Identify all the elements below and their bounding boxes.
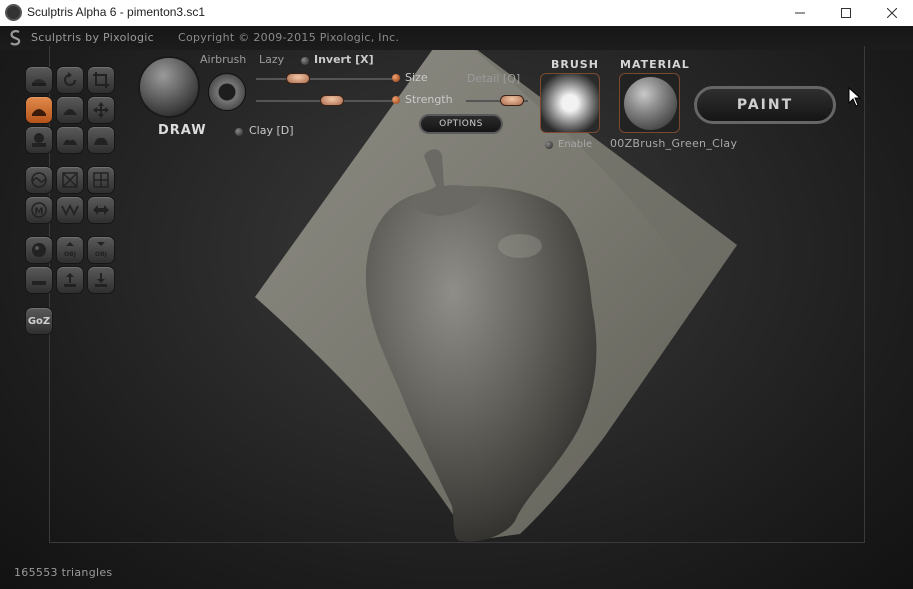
draw-brush-preview[interactable] bbox=[138, 56, 200, 118]
pinch-icon bbox=[32, 133, 46, 147]
crop-tool-button[interactable] bbox=[87, 66, 115, 94]
strength-slider-knob[interactable] bbox=[320, 95, 344, 106]
lazy-label[interactable]: Lazy bbox=[259, 53, 284, 66]
mask-tool-button[interactable]: M bbox=[25, 196, 53, 224]
new-sphere-button[interactable] bbox=[25, 236, 53, 264]
symmetry-button[interactable] bbox=[56, 196, 84, 224]
import-obj-button[interactable]: OBJ bbox=[56, 236, 84, 264]
draw-tool-button[interactable] bbox=[25, 96, 53, 124]
flatten-tool-button[interactable] bbox=[25, 66, 53, 94]
export-obj-icon: OBJ bbox=[95, 242, 107, 258]
goz-button[interactable]: GoZ bbox=[25, 307, 53, 335]
mouse-cursor-icon bbox=[848, 87, 862, 107]
material-sphere-icon bbox=[624, 77, 677, 130]
open-icon bbox=[64, 273, 76, 287]
save-icon bbox=[95, 273, 107, 287]
brush-title: BRUSH bbox=[551, 58, 599, 71]
detail-slider-knob[interactable] bbox=[500, 95, 524, 106]
minimize-button[interactable] bbox=[777, 0, 823, 26]
invert-label[interactable]: Invert [X] bbox=[314, 53, 374, 66]
options-button[interactable]: OPTIONS bbox=[419, 114, 503, 134]
size-indicator bbox=[392, 74, 400, 82]
crease-icon bbox=[63, 139, 77, 145]
grab-icon bbox=[93, 102, 109, 118]
brush-enable-toggle[interactable] bbox=[545, 141, 553, 149]
new-plane-button[interactable] bbox=[25, 266, 53, 294]
active-tool-label: DRAW bbox=[158, 123, 207, 138]
clay-label[interactable]: Clay [D] bbox=[249, 124, 294, 137]
strength-indicator bbox=[392, 96, 400, 104]
open-button[interactable] bbox=[56, 266, 84, 294]
export-obj-button[interactable]: OBJ bbox=[87, 236, 115, 264]
brush-enable-label[interactable]: Enable bbox=[558, 139, 592, 150]
material-swatch[interactable] bbox=[619, 73, 680, 133]
detail-label: Detail [Q] bbox=[467, 72, 521, 85]
draw-icon bbox=[32, 109, 46, 116]
svg-text:OBJ: OBJ bbox=[95, 251, 107, 258]
strength-label: Strength bbox=[405, 93, 453, 106]
triangle-count: 165553 triangles bbox=[14, 566, 113, 579]
material-name: 00ZBrush_Green_Clay bbox=[610, 137, 738, 150]
minimize-icon bbox=[795, 12, 805, 14]
size-slider-knob[interactable] bbox=[286, 73, 310, 84]
maximize-icon bbox=[841, 8, 851, 18]
size-slider-track[interactable] bbox=[256, 78, 392, 80]
crop-icon bbox=[93, 72, 109, 88]
save-button[interactable] bbox=[87, 266, 115, 294]
mirror-button[interactable] bbox=[87, 196, 115, 224]
brush-alpha-swatch[interactable] bbox=[540, 73, 600, 133]
sculptris-workspace: Sculptris by Pixologic Copyright © 2009-… bbox=[0, 26, 913, 589]
reduce-selection-button[interactable] bbox=[56, 166, 84, 194]
svg-text:OBJ: OBJ bbox=[64, 251, 76, 258]
size-label: Size bbox=[405, 71, 428, 84]
crease-tool-button[interactable] bbox=[56, 126, 84, 154]
reduce-selection-icon bbox=[62, 172, 78, 188]
smooth-icon bbox=[94, 137, 108, 145]
svg-text:M: M bbox=[35, 207, 44, 217]
sculptris-app-icon bbox=[5, 4, 22, 21]
window-titlebar: Sculptris Alpha 6 - pimenton3.sc1 bbox=[0, 0, 913, 26]
subdivide-icon bbox=[93, 172, 109, 188]
close-button[interactable] bbox=[869, 0, 913, 26]
smooth-tool-button[interactable] bbox=[87, 126, 115, 154]
inflate-icon bbox=[63, 109, 77, 115]
clay-toggle[interactable] bbox=[235, 128, 243, 136]
grab-tool-button[interactable] bbox=[87, 96, 115, 124]
subdivide-button[interactable] bbox=[87, 166, 115, 194]
app-name: Sculptris by Pixologic bbox=[31, 31, 154, 44]
reduce-brush-button[interactable] bbox=[25, 166, 53, 194]
sculptris-logo-icon bbox=[10, 30, 21, 46]
new-plane-icon bbox=[32, 281, 46, 285]
mirror-icon bbox=[93, 205, 109, 215]
rotate-tool-button[interactable] bbox=[56, 66, 84, 94]
new-sphere-icon bbox=[32, 243, 46, 257]
mask-icon: M bbox=[31, 202, 47, 218]
material-title: MATERIAL bbox=[620, 58, 690, 71]
rotate-icon bbox=[64, 72, 76, 86]
invert-toggle[interactable] bbox=[301, 57, 309, 65]
pinch-tool-button[interactable] bbox=[25, 126, 53, 154]
window-title: Sculptris Alpha 6 - pimenton3.sc1 bbox=[27, 5, 206, 19]
import-obj-icon: OBJ bbox=[64, 242, 76, 258]
airbrush-label[interactable]: Airbrush bbox=[200, 53, 246, 66]
reduce-brush-icon bbox=[31, 172, 47, 188]
copyright-text: Copyright © 2009-2015 Pixologic, Inc. bbox=[178, 31, 400, 44]
close-icon bbox=[887, 8, 897, 18]
paint-mode-button[interactable]: PAINT bbox=[694, 86, 836, 124]
inflate-tool-button[interactable] bbox=[56, 96, 84, 124]
symmetry-icon bbox=[61, 203, 79, 217]
airbrush-toggle[interactable] bbox=[208, 73, 246, 111]
maximize-button[interactable] bbox=[823, 0, 869, 26]
flatten-icon bbox=[32, 79, 46, 86]
goz-icon: GoZ bbox=[27, 315, 51, 327]
